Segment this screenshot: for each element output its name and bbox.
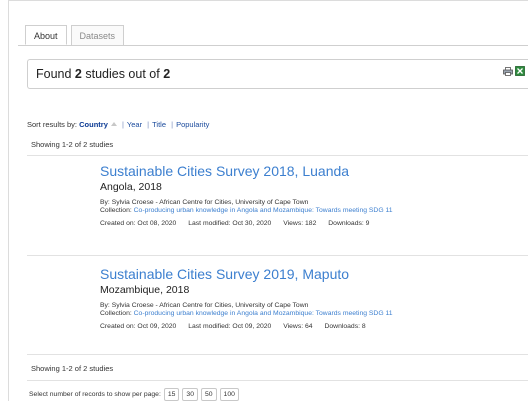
total-count: 2 bbox=[163, 67, 171, 81]
modified-date: Last modified: Oct 30, 2020 bbox=[188, 220, 272, 227]
study-author: By: Sylvia Croese - African Centre for C… bbox=[100, 302, 309, 309]
found-count: 2 bbox=[74, 67, 82, 81]
divider bbox=[27, 354, 528, 355]
study-title-link[interactable]: Sustainable Cities Survey 2018, Luanda bbox=[100, 163, 525, 179]
sort-bar: Sort results by: Country | Year | Title | P… bbox=[27, 120, 210, 129]
showing-count-bottom: Showing 1-2 of 2 studies bbox=[31, 364, 114, 373]
per-page-100-button[interactable]: 100 bbox=[219, 388, 239, 401]
tab-bar: About Datasets bbox=[25, 25, 125, 46]
collection-link[interactable]: Co-producing urban knowledge in Angola a… bbox=[134, 310, 393, 317]
downloads-count: Downloads: 8 bbox=[324, 323, 366, 330]
sort-year-link[interactable]: Year bbox=[127, 120, 142, 129]
records-per-page-label: Select number of records to show per pag… bbox=[29, 391, 161, 398]
divider bbox=[27, 255, 528, 256]
created-date: Created on: Oct 08, 2020 bbox=[100, 220, 177, 227]
study-item: Sustainable Cities Survey 2018, Luanda A… bbox=[100, 163, 525, 227]
study-collection: Collection: Co-producing urban knowledge… bbox=[100, 207, 393, 214]
modified-date: Last modified: Oct 09, 2020 bbox=[188, 323, 272, 330]
tab-about[interactable]: About bbox=[25, 25, 67, 45]
per-page-50-button[interactable]: 50 bbox=[200, 388, 217, 401]
collection-link[interactable]: Co-producing urban knowledge in Angola a… bbox=[134, 207, 393, 214]
study-country-year: Angola, 2018 bbox=[100, 181, 162, 193]
study-meta: Created on: Oct 08, 2020 Last modified: … bbox=[100, 220, 525, 227]
sort-label: Sort results by: bbox=[27, 120, 78, 129]
sort-title-link[interactable]: Title bbox=[152, 120, 166, 129]
results-summary: Found 2 studies out of 2 bbox=[36, 67, 171, 81]
views-count: Views: 64 bbox=[283, 323, 313, 330]
print-icon[interactable] bbox=[503, 67, 513, 76]
tab-datasets[interactable]: Datasets bbox=[70, 25, 125, 45]
study-title-link[interactable]: Sustainable Cities Survey 2019, Maputo bbox=[100, 266, 525, 282]
tab-divider bbox=[18, 45, 528, 46]
sort-country-link[interactable]: Country bbox=[79, 120, 108, 129]
downloads-count: Downloads: 9 bbox=[328, 220, 370, 227]
study-collection: Collection: Co-producing urban knowledge… bbox=[100, 310, 393, 317]
study-item: Sustainable Cities Survey 2019, Maputo M… bbox=[100, 266, 525, 330]
study-meta: Created on: Oct 09, 2020 Last modified: … bbox=[100, 323, 525, 330]
showing-count-top: Showing 1-2 of 2 studies bbox=[31, 140, 114, 149]
results-summary-box: Found 2 studies out of 2 bbox=[27, 59, 528, 89]
divider bbox=[27, 380, 528, 381]
divider bbox=[27, 155, 528, 156]
records-per-page: Select number of records to show per pag… bbox=[29, 388, 239, 401]
excel-icon[interactable] bbox=[515, 66, 525, 76]
study-country-year: Mozambique, 2018 bbox=[100, 284, 190, 296]
sort-popularity-link[interactable]: Popularity bbox=[176, 120, 209, 129]
per-page-30-button[interactable]: 30 bbox=[182, 388, 198, 401]
per-page-15-button[interactable]: 15 bbox=[163, 388, 180, 401]
study-author: By: Sylvia Croese - African Centre for C… bbox=[100, 199, 309, 206]
views-count: Views: 182 bbox=[283, 220, 317, 227]
sort-arrow-icon bbox=[110, 122, 117, 126]
created-date: Created on: Oct 09, 2020 bbox=[100, 323, 177, 330]
